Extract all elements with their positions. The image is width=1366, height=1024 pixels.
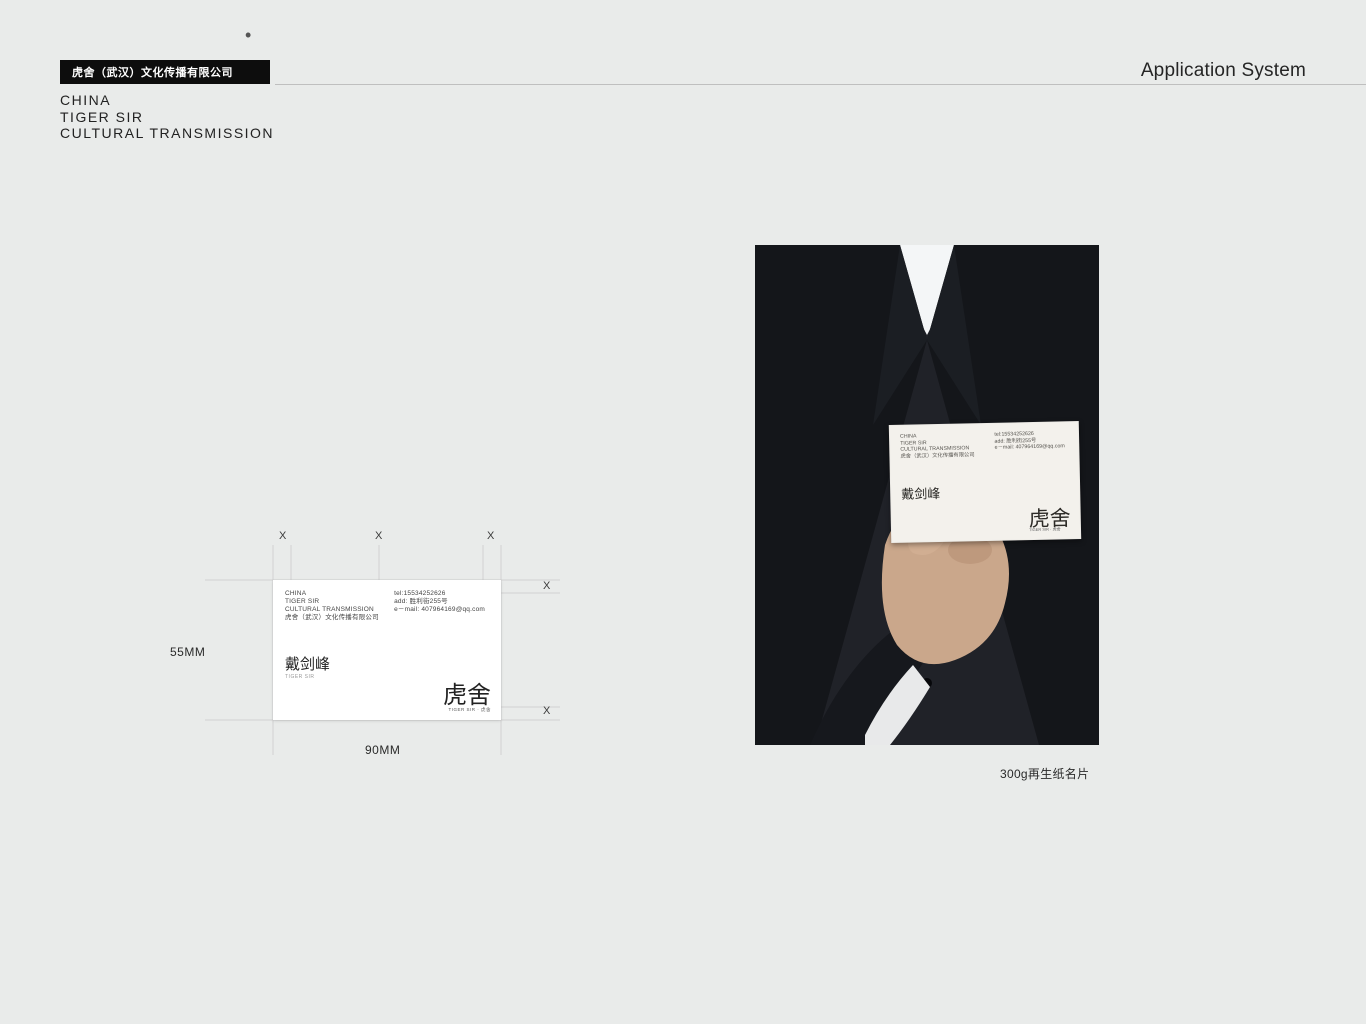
business-card-front: CHINA TIGER SIR CULTURAL TRANSMISSION 虎舍… xyxy=(273,580,501,720)
english-block: CHINA TIGER SIR CULTURAL TRANSMISSION xyxy=(60,92,274,142)
card-company-block: CHINA TIGER SIR CULTURAL TRANSMISSION 虎舍… xyxy=(285,590,394,623)
x-margin-label: X xyxy=(375,530,382,542)
mc-company-cn: 虎舍（武汉）文化传播有限公司 xyxy=(900,452,994,461)
mc-logo: 虎舍 TIGER SIR · 虎舍 xyxy=(1029,509,1071,532)
mc-email: e－mail: 407964169@qq.com xyxy=(995,443,1069,451)
card-name: 戴剑峰 xyxy=(285,653,489,674)
page-title: Application System xyxy=(1141,60,1306,82)
card-company-cn: 虎舍（武汉）文化传播有限公司 xyxy=(285,614,394,622)
mockup-card: CHINA TIGER SIR CULTURAL TRANSMISSION 虎舍… xyxy=(889,421,1081,543)
eng-line-1: CHINA xyxy=(60,92,274,109)
photo-mockup: CHINA TIGER SIR CULTURAL TRANSMISSION 虎舍… xyxy=(755,245,1099,745)
x-margin-label: X xyxy=(487,530,494,542)
card-contact-block: tel:15534252626 add: 胜利街255号 e－mail: 407… xyxy=(394,590,489,623)
card-logo: 虎舍 TIGER SIR · 虎舍 xyxy=(443,686,491,712)
x-margin-label: X xyxy=(543,580,550,592)
height-label: 55MM xyxy=(170,645,205,659)
card-name-sub: TIGER SIR xyxy=(285,674,489,680)
company-name-cn: 虎舍（武汉）文化传播有限公司 xyxy=(72,64,233,80)
mc-contact-block: tel:15534252626 add: 胜利街255号 e－mail: 407… xyxy=(994,430,1068,458)
x-margin-label: X xyxy=(543,705,550,717)
eng-line-2: TIGER SIR xyxy=(60,109,274,126)
card-tel: tel:15534252626 xyxy=(394,590,489,598)
mc-name: 戴剑峰 xyxy=(901,481,1069,504)
mc-company-block: CHINA TIGER SIR CULTURAL TRANSMISSION 虎舍… xyxy=(900,432,995,460)
card-eng-2: TIGER SIR xyxy=(285,598,394,606)
bullet: • xyxy=(245,25,251,46)
card-eng-1: CHINA xyxy=(285,590,394,598)
logo-sub: TIGER SIR · 虎舍 xyxy=(443,708,491,712)
eng-line-3: CULTURAL TRANSMISSION xyxy=(60,125,274,142)
width-label: 90MM xyxy=(365,743,400,757)
logo-text: 虎舍 xyxy=(443,683,491,709)
card-add: add: 胜利街255号 xyxy=(394,598,489,606)
header-rule xyxy=(275,84,1366,85)
mockup-caption: 300g再生纸名片 xyxy=(1000,765,1089,782)
x-margin-label: X xyxy=(279,530,286,542)
company-name-bar: 虎舍（武汉）文化传播有限公司 xyxy=(60,60,270,84)
card-email: e－mail: 407964169@qq.com xyxy=(394,606,489,614)
card-spec: X X X X X 55MM 90MM CHINA TIGER SIR CULT… xyxy=(165,525,585,765)
